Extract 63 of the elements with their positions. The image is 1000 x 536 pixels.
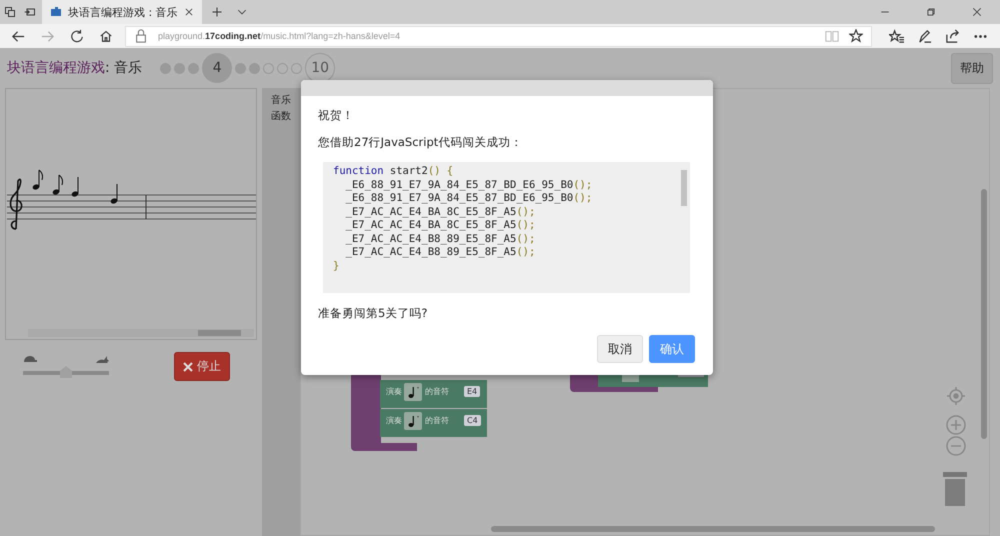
tab-aside-icon[interactable] [24,6,36,18]
dialog-message: 您借助27行JavaScript代码闯关成功： [318,135,524,150]
code-line: _E7_AC_AC_E4_BA_8C_E5_8F_A5(); [344,219,536,232]
code-line: } [333,260,340,273]
close-icon[interactable] [184,7,194,17]
block-label: 的音符 [425,415,449,426]
toolbox-category[interactable]: 音乐 [271,92,291,108]
code-line: _E6_88_91_E7_9A_84_E5_87_BD_E6_95_B0(); [344,178,592,192]
pen-icon[interactable] [916,28,932,44]
level-dot[interactable] [160,62,172,74]
level-dot[interactable] [291,62,302,74]
restore-icon[interactable] [926,7,936,17]
scrollbar[interactable] [981,189,987,439]
level-dot[interactable] [263,62,274,74]
code-line: _E7_AC_AC_E4_B8_89_E5_8F_A5(); [344,232,536,246]
stop-button[interactable]: 停止 [174,352,230,381]
code-line: _E6_88_91_E7_9A_84_E5_87_BD_E6_95_B0(); [344,192,592,206]
level-dot[interactable] [174,62,186,74]
level-dot[interactable] [277,62,288,74]
x-icon [183,362,193,372]
block-label: 演奏 [386,386,402,397]
refresh-icon[interactable] [70,29,84,43]
help-button[interactable]: 帮助 [951,52,993,84]
note-dropdown-icon[interactable] [404,383,422,401]
play-note-block[interactable]: 演奏 的音符 E4 [380,380,487,408]
share-icon[interactable] [944,28,960,44]
note-value[interactable]: C4 [464,415,481,426]
code-line: _E7_AC_AC_E4_BA_8C_E5_8F_A5(); [344,206,536,219]
tabs-icon[interactable] [4,6,16,18]
star-icon[interactable] [849,29,863,43]
block-label: 的音符 [425,386,449,397]
scrollbar[interactable] [28,329,254,337]
level-dot[interactable] [249,62,260,74]
note-dropdown-icon[interactable] [404,412,422,430]
turtle-icon [23,355,37,363]
level-dot[interactable] [235,62,246,74]
home-icon[interactable] [98,29,112,43]
app-title: 块语言编程游戏 [7,59,105,77]
back-icon[interactable] [11,28,26,44]
rabbit-icon [95,355,109,364]
code-line: function start2() { [333,165,454,178]
code-line: _E7_AC_AC_E4_B8_89_E5_8F_A5(); [344,246,536,260]
app-subtitle: : 音乐 [105,59,142,77]
puzzle-icon [50,6,62,18]
close-icon[interactable] [972,7,982,17]
favorites-icon[interactable] [888,28,904,44]
scrollbar[interactable] [491,526,935,532]
level-link[interactable]: 4 [202,53,232,83]
dialog-question: 准备勇闯第5关了吗? [318,306,428,321]
scrollbar[interactable] [681,170,687,206]
browser-tab[interactable]: 块语言编程游戏 : 音乐 [42,0,202,24]
dialog-title: 祝贺！ [318,108,355,123]
address-bar[interactable]: playground.17coding.net/music.html?lang=zh-hans&level=4 [125,26,872,46]
block-label: 演奏 [386,415,402,426]
level-dot[interactable] [188,62,200,74]
lock-icon [134,29,148,43]
plus-icon[interactable] [210,6,223,18]
function-block[interactable]: 演奏 的音符 E4 演奏 的音符 C4 [351,371,488,451]
chevron-down-icon[interactable] [236,7,247,17]
cancel-button[interactable]: 取消 [597,335,643,363]
toolbox-category[interactable]: 函数 [271,108,291,124]
play-note-block[interactable]: 演奏 的音符 C4 [380,409,487,437]
note-value[interactable]: E4 [464,386,480,397]
